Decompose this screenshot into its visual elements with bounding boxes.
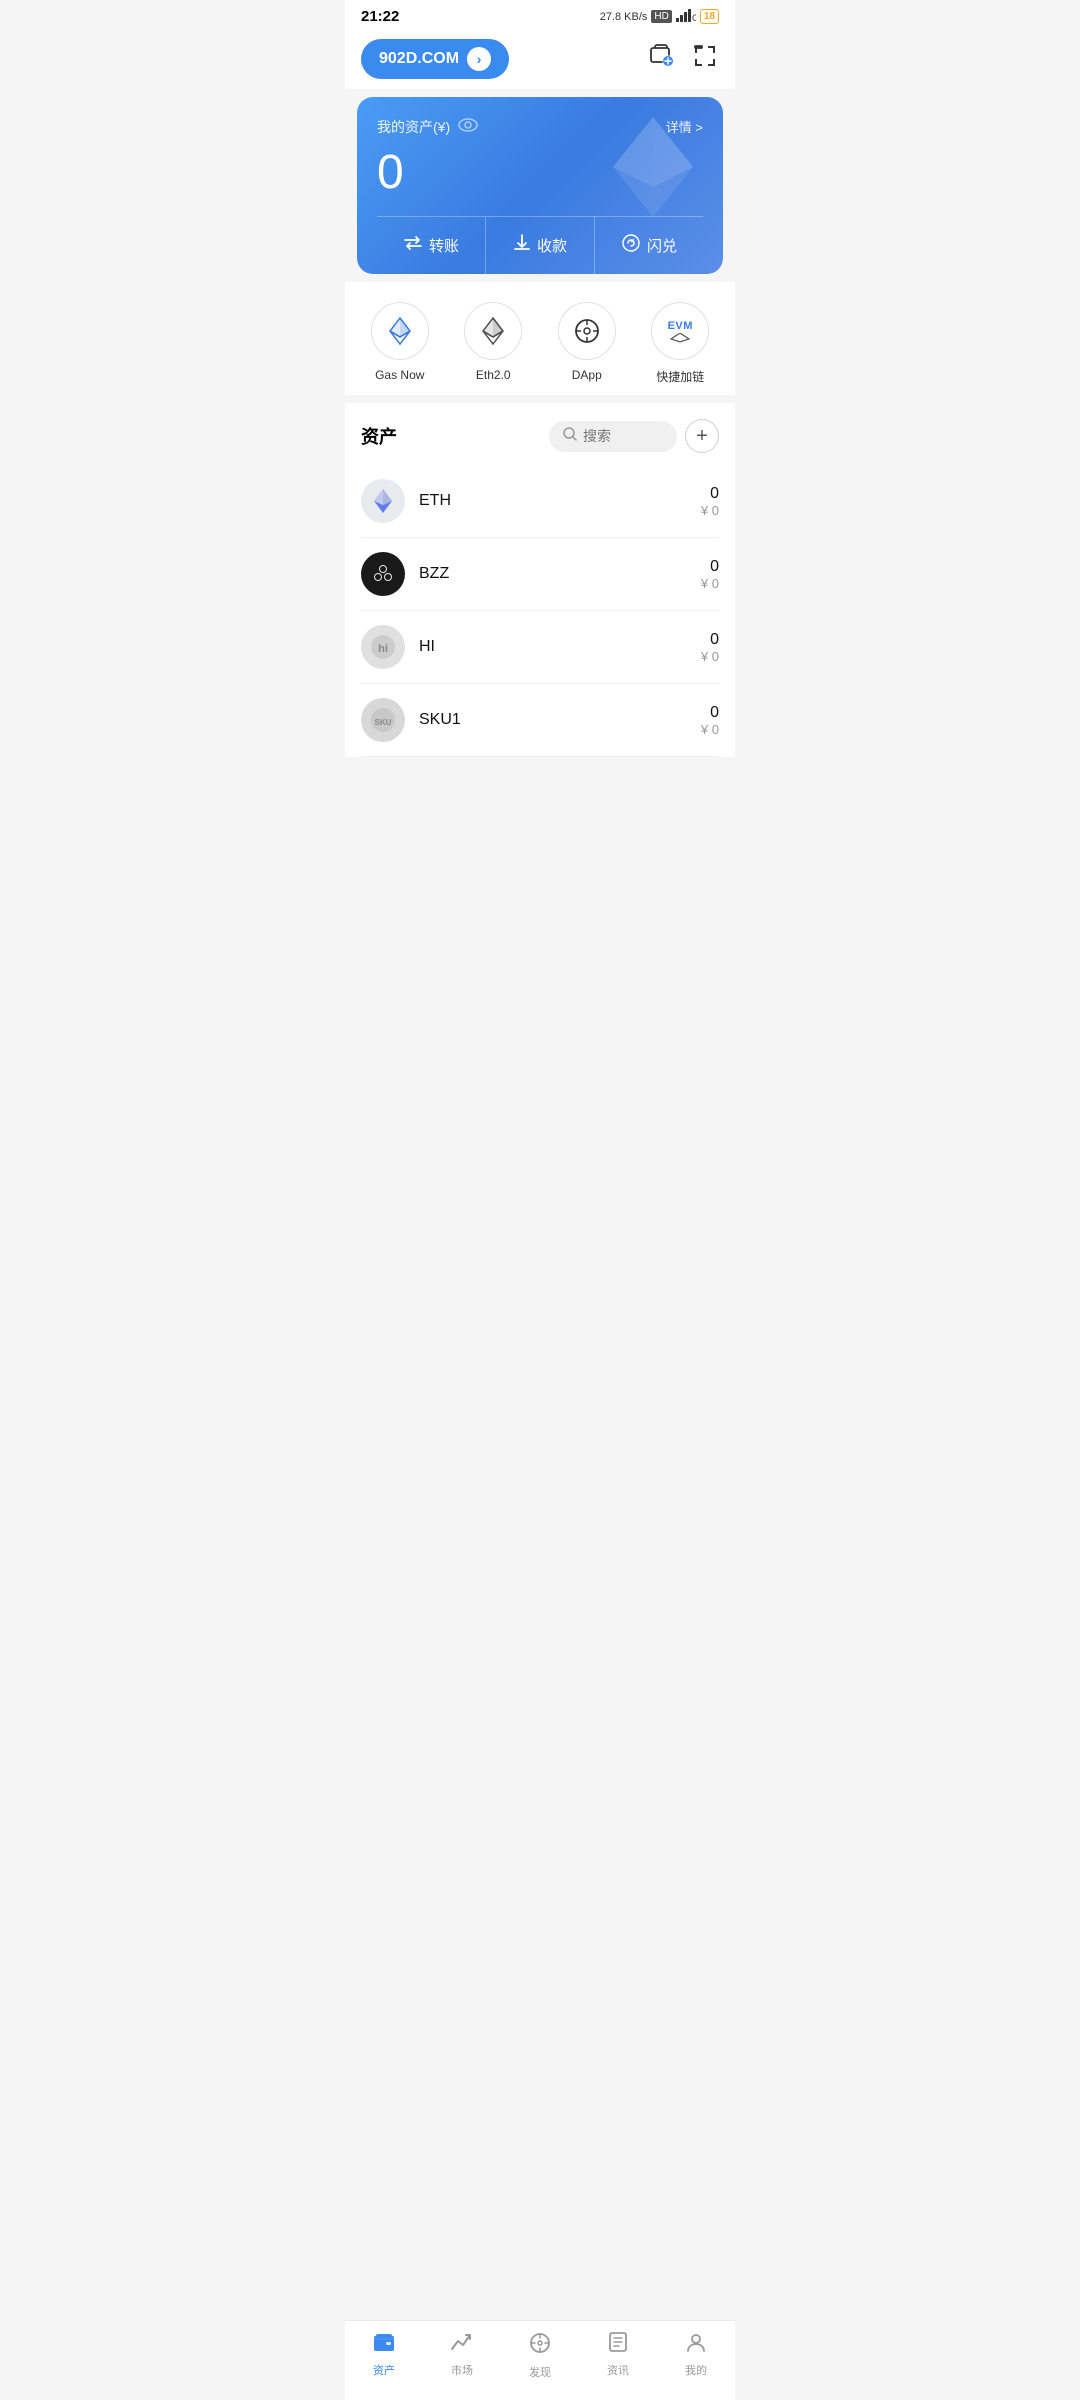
- sku1-values: 0 ¥ 0: [701, 704, 719, 737]
- nav-item-assets[interactable]: 资产: [354, 2331, 414, 2380]
- brand-button[interactable]: 902D.COM ›: [361, 39, 509, 79]
- bzz-logo: [361, 552, 405, 596]
- eth2-icon-circle: [464, 302, 522, 360]
- bzz-amount: 0: [701, 558, 719, 576]
- bzz-values: 0 ¥ 0: [701, 558, 719, 591]
- brand-name: 902D.COM: [379, 50, 459, 68]
- bzz-cny: ¥ 0: [701, 576, 719, 591]
- nav-discover-label: 发现: [529, 2364, 551, 2380]
- speed-indicator: 27.8 KB/s: [600, 11, 648, 23]
- header: 902D.COM ›: [345, 29, 735, 89]
- battery-indicator: 18: [700, 9, 719, 24]
- asset-item-hi[interactable]: hi HI 0 ¥ 0: [361, 611, 719, 684]
- nav-item-market[interactable]: 市场: [432, 2331, 492, 2380]
- hd-badge: HD: [651, 10, 671, 23]
- receive-button[interactable]: 收款: [485, 217, 594, 274]
- sku1-name: SKU1: [419, 711, 701, 729]
- sku1-logo: SKU: [361, 698, 405, 742]
- assets-section: 资产 +: [345, 403, 735, 757]
- swap-icon: [621, 233, 641, 258]
- status-icons: 27.8 KB/s HD G 18: [600, 8, 719, 25]
- assets-header: 资产 +: [361, 403, 719, 465]
- dapp-icon-circle: [558, 302, 616, 360]
- asset-item-bzz[interactable]: BZZ 0 ¥ 0: [361, 538, 719, 611]
- asset-list: ETH 0 ¥ 0 BZZ: [361, 465, 719, 757]
- add-chain-icon-circle: EVM: [651, 302, 709, 360]
- eth-cny: ¥ 0: [701, 503, 719, 518]
- hi-amount: 0: [701, 631, 719, 649]
- svg-text:SKU: SKU: [375, 718, 392, 727]
- gas-now-label: Gas Now: [375, 368, 424, 382]
- eye-icon[interactable]: [458, 118, 478, 137]
- quick-item-eth2[interactable]: Eth2.0: [464, 302, 522, 385]
- scan-icon[interactable]: [691, 42, 719, 77]
- hi-cny: ¥ 0: [701, 649, 719, 664]
- nav-assets-label: 资产: [373, 2362, 395, 2378]
- hi-name: HI: [419, 638, 701, 656]
- wallet-icon: [372, 2331, 396, 2359]
- asset-card: 我的资产(¥) 详情 > 0: [357, 97, 723, 274]
- svg-text:G: G: [692, 13, 696, 22]
- brand-arrow-icon: ›: [467, 47, 491, 71]
- hi-values: 0 ¥ 0: [701, 631, 719, 664]
- eth-values: 0 ¥ 0: [701, 485, 719, 518]
- asset-item-eth[interactable]: ETH 0 ¥ 0: [361, 465, 719, 538]
- nav-market-label: 市场: [451, 2362, 473, 2378]
- transfer-icon: [403, 235, 423, 256]
- add-asset-button[interactable]: +: [685, 419, 719, 453]
- chart-icon: [450, 2331, 474, 2359]
- transfer-label: 转账: [429, 235, 459, 256]
- asset-item-sku1[interactable]: SKU SKU1 0 ¥ 0: [361, 684, 719, 757]
- nav-item-news[interactable]: 资讯: [588, 2331, 648, 2380]
- eth2-label: Eth2.0: [476, 368, 511, 382]
- sku1-amount: 0: [701, 704, 719, 722]
- search-input[interactable]: [583, 428, 663, 444]
- asset-label: 我的资产(¥): [377, 117, 478, 137]
- receive-icon: [513, 234, 531, 257]
- compass-icon: [528, 2331, 552, 2361]
- nav-item-profile[interactable]: 我的: [666, 2331, 726, 2380]
- quick-menu: Gas Now Eth2.0: [345, 282, 735, 395]
- nav-item-discover[interactable]: 发现: [510, 2331, 570, 2380]
- dapp-label: DApp: [572, 368, 602, 382]
- status-bar: 21:22 27.8 KB/s HD G 18: [345, 0, 735, 29]
- add-wallet-icon[interactable]: [647, 42, 675, 77]
- status-time: 21:22: [361, 8, 399, 25]
- eth-logo: [361, 479, 405, 523]
- quick-item-dapp[interactable]: DApp: [558, 302, 616, 385]
- bottom-nav: 资产 市场 发现: [345, 2320, 735, 2400]
- add-chain-label: 快捷加链: [656, 368, 704, 385]
- transfer-button[interactable]: 转账: [377, 217, 485, 274]
- gas-now-icon-circle: [371, 302, 429, 360]
- bzz-name: BZZ: [419, 565, 701, 583]
- signal-icon: G: [676, 8, 696, 25]
- assets-title: 资产: [361, 423, 397, 449]
- user-icon: [685, 2331, 707, 2359]
- quick-item-add-chain[interactable]: EVM 快捷加链: [651, 302, 709, 385]
- nav-profile-label: 我的: [685, 2362, 707, 2378]
- hi-logo: hi: [361, 625, 405, 669]
- eth-name: ETH: [419, 492, 701, 510]
- nav-news-label: 资讯: [607, 2362, 629, 2378]
- search-bar[interactable]: [549, 421, 677, 452]
- header-icons: [647, 42, 719, 77]
- news-icon: [607, 2331, 629, 2359]
- swap-label: 闪兑: [647, 235, 677, 256]
- svg-text:hi: hi: [378, 643, 388, 655]
- quick-item-gas-now[interactable]: Gas Now: [371, 302, 429, 385]
- eth-amount: 0: [701, 485, 719, 503]
- receive-label: 收款: [537, 235, 567, 256]
- search-icon: [563, 427, 577, 446]
- sku1-cny: ¥ 0: [701, 722, 719, 737]
